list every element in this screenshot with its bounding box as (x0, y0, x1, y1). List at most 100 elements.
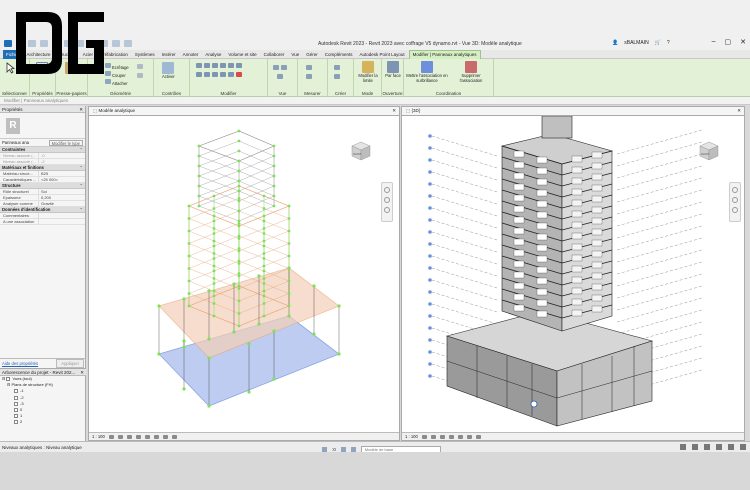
pan-icon[interactable] (732, 207, 738, 213)
checkbox[interactable] (14, 401, 18, 406)
user-name[interactable]: sBALMAIN (624, 40, 648, 46)
property-section-header[interactable]: Matériaux et finitions ⌃ (0, 165, 85, 171)
checkbox[interactable] (14, 414, 18, 419)
property-value[interactable]: -0 (38, 153, 85, 158)
pan-icon[interactable] (384, 207, 390, 213)
close-icon[interactable]: ✕ (79, 106, 83, 113)
help-icon[interactable]: ? (667, 40, 670, 46)
create-tools[interactable] (333, 64, 341, 82)
reveal-icon[interactable] (475, 434, 481, 439)
property-section-header[interactable]: Données d'identification ⌃ (0, 207, 85, 213)
select-underlay-icon[interactable] (692, 444, 698, 450)
tab-annotate[interactable]: Annoter (180, 52, 202, 57)
user-icon[interactable]: 👤 (612, 40, 618, 46)
tab-analyze[interactable]: Analyse (202, 52, 224, 57)
collapse-icon[interactable]: ⌃ (79, 207, 83, 213)
checkbox[interactable] (14, 420, 18, 425)
geometry-tools[interactable] (136, 63, 144, 81)
property-value[interactable]: B25 (38, 171, 85, 176)
measure-tools[interactable] (305, 64, 313, 82)
view-tools[interactable] (272, 64, 288, 82)
crop-icon[interactable] (457, 434, 463, 439)
align-tools[interactable] (195, 62, 243, 80)
filter-icon[interactable] (740, 444, 746, 450)
edit-boundary-button[interactable]: Modifier la limite (356, 61, 380, 84)
tab-point-layout[interactable]: Autodesk Point Layout (357, 52, 408, 57)
shadows-icon[interactable] (448, 434, 454, 439)
analytical-model-icon[interactable] (171, 434, 177, 439)
reveal-icon[interactable] (162, 434, 168, 439)
detail-level-icon[interactable] (421, 434, 427, 439)
view-scale[interactable]: 1 : 100 (405, 433, 418, 441)
view-tab-analytical[interactable]: ⬚ Modèle analytique ✕ (88, 106, 400, 115)
view-scale[interactable]: 1 : 100 (92, 433, 105, 441)
crop-icon[interactable] (144, 434, 150, 439)
collapse-icon[interactable]: ⌃ (79, 165, 83, 171)
tab-manage[interactable]: Gérer (303, 52, 321, 57)
checkbox[interactable] (14, 389, 18, 394)
property-section-header[interactable]: Structure ⌃ (0, 183, 85, 189)
maximize-button[interactable]: ▢ (725, 38, 732, 46)
steering-wheel-icon[interactable] (384, 187, 390, 193)
close-icon[interactable]: ✕ (737, 107, 741, 115)
property-value[interactable]: 0,200 (38, 195, 85, 200)
cart-icon[interactable]: 🛒 (655, 40, 661, 46)
steering-wheel-icon[interactable] (732, 187, 738, 193)
property-value[interactable]: Sol (38, 189, 85, 194)
detail-level-icon[interactable] (108, 434, 114, 439)
by-face-button[interactable]: Par face (384, 61, 402, 79)
hide-isolate-icon[interactable] (153, 434, 159, 439)
property-section-header[interactable]: Contraintes ⌃ (0, 147, 85, 153)
property-value[interactable]: <25 000> (38, 177, 85, 182)
delete-association-button[interactable]: Supprimer l'association (450, 61, 492, 84)
minimize-button[interactable]: – (712, 38, 716, 46)
thin-lines-icon[interactable] (124, 40, 132, 47)
zoom-icon[interactable] (732, 197, 738, 203)
3d-view[interactable]: AVANT 1 : 100 (401, 115, 745, 441)
zoom-icon[interactable] (384, 197, 390, 203)
section-icon[interactable] (112, 40, 120, 47)
analytical-model-view[interactable]: AVANT 1 : 100 (88, 115, 400, 441)
tab-view[interactable]: Vue (288, 52, 302, 57)
activate-button[interactable]: Activer (162, 62, 175, 80)
apply-button[interactable]: Appliquer (56, 358, 84, 368)
shadows-icon[interactable] (135, 434, 141, 439)
collapse-icon[interactable]: ⌃ (79, 147, 83, 153)
sun-path-icon[interactable] (126, 434, 132, 439)
drag-select-icon[interactable] (728, 444, 734, 450)
close-icon[interactable]: ✕ (80, 369, 84, 376)
tab-systems[interactable]: Systèmes (132, 52, 158, 57)
select-label[interactable]: Sélectionner (0, 91, 29, 96)
property-value[interactable]: Gravité (38, 201, 85, 206)
highlight-association-button[interactable]: Mettre l'association en surbrillance (406, 61, 448, 84)
checkbox[interactable] (6, 376, 11, 381)
tab-modify-analytical-panels[interactable]: Modifier | Panneaux analytiques (408, 49, 481, 59)
hide-isolate-icon[interactable] (466, 434, 472, 439)
select-pinned-icon[interactable] (704, 444, 710, 450)
type-selector[interactable]: Panneaux ana Modifier le type (0, 139, 85, 147)
close-button[interactable]: ✕ (740, 38, 746, 46)
collapse-icon[interactable]: ⌃ (79, 183, 83, 189)
tab-collaborate[interactable]: Collaborer (261, 52, 288, 57)
tree-item[interactable]: 2 (2, 419, 86, 425)
property-value[interactable] (38, 219, 85, 224)
viewcube[interactable]: AVANT (692, 136, 726, 164)
checkbox[interactable] (14, 407, 18, 412)
tab-massing[interactable]: Volume et site (225, 52, 259, 57)
view-tab-3d[interactable]: ⬚ {3D} ✕ (401, 106, 745, 115)
tab-addins[interactable]: Compléments (322, 52, 356, 57)
sun-path-icon[interactable] (439, 434, 445, 439)
navigation-bar[interactable] (729, 182, 741, 222)
checkbox[interactable] (14, 395, 18, 400)
properties-help-link[interactable]: Aide des propriétés (2, 361, 38, 366)
viewcube[interactable]: AVANT (344, 136, 378, 164)
visual-style-icon[interactable] (430, 434, 436, 439)
tab-insert[interactable]: Insérer (159, 52, 179, 57)
select-face-icon[interactable] (716, 444, 722, 450)
edit-type-button[interactable]: Modifier le type (48, 139, 83, 146)
visual-style-icon[interactable] (117, 434, 123, 439)
property-value[interactable]: -2 (38, 159, 85, 164)
property-value[interactable] (38, 213, 85, 218)
select-links-icon[interactable] (680, 444, 686, 450)
navigation-bar[interactable] (381, 182, 393, 222)
